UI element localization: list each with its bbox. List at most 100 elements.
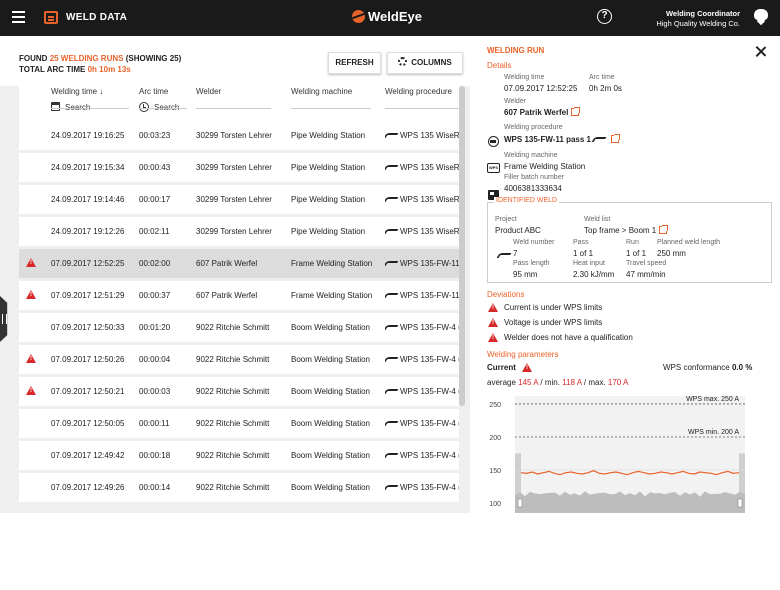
- avg-label: average: [487, 378, 516, 387]
- found-suffix: (SHOWING 25): [125, 54, 182, 63]
- weld-process-icon: [385, 325, 399, 330]
- cell-machine: Pipe Welding Station: [291, 131, 366, 140]
- cell-procedure: WPS 135-FW-4 (: [385, 355, 459, 364]
- deviation-item: Welder does not have a qualification: [504, 333, 633, 342]
- detail-panel: WELDING RUN Details Welding time 07.09.2…: [477, 36, 780, 513]
- columns-label: COLUMNS: [411, 58, 452, 67]
- divider: [385, 108, 459, 109]
- filler-label: Filler batch number: [504, 174, 564, 181]
- details-heading: Details: [487, 61, 512, 70]
- procedure-text: WPS 135-FW-4 (: [400, 419, 459, 428]
- table-scrollbar[interactable]: [459, 86, 465, 406]
- table-row[interactable]: 07.09.2017 12:49:42 00:00:18 9022 Ritchie …: [19, 441, 459, 470]
- app-title: WELD DATA: [66, 12, 128, 23]
- weld-process-icon: [385, 453, 399, 458]
- table-row[interactable]: 07.09.2017 12:49:26 00:00:14 9022 Ritchie …: [19, 473, 459, 502]
- conformance-value: 0.0 %: [731, 363, 753, 372]
- top-bar: WELD DATA WeldEye ? Welding Coordinator …: [0, 0, 780, 36]
- open-link-icon[interactable]: [571, 107, 581, 116]
- cell-procedure: WPS 135-FW-4 (: [385, 483, 459, 492]
- run-label: Run: [626, 239, 639, 246]
- total-arc-time: 0h 10m 13s: [87, 65, 131, 74]
- refresh-button[interactable]: REFRESH: [328, 52, 381, 74]
- table-row[interactable]: 24.09.2017 19:15:34 00:00:43 30299 Torsten…: [19, 153, 459, 182]
- detail-title: WELDING RUN: [487, 46, 545, 55]
- menu-icon[interactable]: [12, 11, 25, 23]
- welder-label: Welder: [504, 98, 527, 105]
- clock-icon: [139, 102, 149, 112]
- user-info[interactable]: Welding Coordinator High Quality Welding…: [656, 9, 740, 29]
- user-avatar-icon[interactable]: [754, 9, 768, 25]
- search-welding-time[interactable]: Search: [51, 102, 90, 112]
- cell-procedure: WPS 135 WiseR: [385, 163, 459, 172]
- cell-welding-time: 07.09.2017 12:50:21: [51, 387, 125, 396]
- found-count: 25 WELDING RUNS: [49, 54, 124, 63]
- table-row[interactable]: 07.09.2017 12:52:25 00:02:00 607 Patrik We…: [19, 249, 459, 278]
- column-arc-time[interactable]: Arc time: [139, 87, 168, 96]
- cell-welding-time: 07.09.2017 12:50:33: [51, 323, 125, 332]
- arc-time-value: 0h 2m 0s: [589, 84, 622, 93]
- column-welding-machine[interactable]: Welding machine: [291, 87, 352, 96]
- cell-machine: Boom Welding Station: [291, 323, 371, 332]
- divider: [291, 108, 371, 109]
- column-welding-procedure[interactable]: Welding procedure: [385, 87, 452, 96]
- cell-procedure: WPS 135-FW-11: [385, 259, 459, 268]
- weld-process-icon: [385, 389, 399, 394]
- current-chart: 250 200 150 100 WPS max. 250 A WPS min. 200 A: [489, 396, 745, 513]
- cell-welding-time: 07.09.2017 12:51:29: [51, 291, 125, 300]
- welding-time-label: Welding time: [504, 74, 545, 81]
- found-prefix: FOUND: [19, 54, 48, 63]
- column-welding-time[interactable]: Welding time ↓: [51, 87, 103, 96]
- table-row[interactable]: 07.09.2017 12:50:33 00:01:20 9022 Ritchie …: [19, 313, 459, 342]
- conformance-label: WPS conformance: [663, 363, 730, 372]
- max-value: 170 A: [607, 378, 629, 387]
- help-icon[interactable]: ?: [597, 9, 612, 24]
- cell-arc-time: 00:00:14: [139, 483, 171, 492]
- search-arc-time[interactable]: Search: [139, 102, 179, 112]
- pass-value: 1 of 1: [573, 249, 594, 258]
- procedure-text: WPS 135-FW-4 (: [400, 355, 459, 364]
- open-link-icon[interactable]: [659, 225, 669, 234]
- cell-machine: Pipe Welding Station: [291, 195, 366, 204]
- drawer-handle[interactable]: [0, 296, 8, 342]
- column-label: Welding time: [51, 87, 98, 96]
- user-role: Welding Coordinator: [665, 9, 740, 18]
- table-row[interactable]: 07.09.2017 12:51:29 00:00:37 607 Patrik We…: [19, 281, 459, 310]
- cell-welder: 9022 Ritchie Schmitt: [196, 323, 270, 332]
- travel-speed-label: Travel speed: [626, 260, 667, 267]
- current-stats: average 145 A / min. 118 A / max. 170 A: [487, 378, 628, 387]
- divider: [196, 108, 271, 109]
- procedure-text: WPS 135 WiseR: [400, 227, 459, 236]
- table-row[interactable]: 24.09.2017 19:16:25 00:03:23 30299 Torsten…: [19, 121, 459, 150]
- machine-label: Welding machine: [504, 152, 558, 159]
- divider: [139, 108, 187, 109]
- deviation-item: Current is under WPS limits: [504, 303, 603, 312]
- weld-data-icon: [44, 11, 58, 24]
- table-row[interactable]: 24.09.2017 19:14:46 00:00:17 30299 Torsten…: [19, 185, 459, 214]
- weldlist-label: Weld list: [584, 216, 611, 223]
- welder-icon: [488, 136, 499, 147]
- planned-length-value: 250 mm: [657, 249, 686, 258]
- weld-process-icon: [385, 261, 399, 266]
- weld-icon: [496, 253, 512, 258]
- cell-arc-time: 00:02:11: [139, 227, 170, 236]
- cell-welding-time: 07.09.2017 12:50:26: [51, 355, 125, 364]
- columns-button[interactable]: COLUMNS: [387, 52, 463, 74]
- cell-welding-time: 07.09.2017 12:50:05: [51, 419, 125, 428]
- brand-logo[interactable]: WeldEye: [352, 9, 422, 24]
- table-row[interactable]: 07.09.2017 12:50:21 00:00:03 9022 Ritchie …: [19, 377, 459, 406]
- cell-welding-time: 24.09.2017 19:12:26: [51, 227, 125, 236]
- cell-arc-time: 00:00:43: [139, 163, 171, 172]
- table-row[interactable]: 07.09.2017 12:50:05 00:00:11 9022 Ritchie …: [19, 409, 459, 438]
- table-row[interactable]: 07.09.2017 12:50:26 00:00:04 9022 Ritchie …: [19, 345, 459, 374]
- column-welder[interactable]: Welder: [196, 87, 221, 96]
- close-icon[interactable]: [755, 46, 767, 58]
- open-link-icon[interactable]: [611, 134, 621, 143]
- arc-time-label: Arc time: [589, 74, 615, 81]
- table-row[interactable]: 24.09.2017 19:12:26 00:02:11 30299 Torsten…: [19, 217, 459, 246]
- warning-icon: [26, 386, 36, 395]
- results-header: FOUND 25 WELDING RUNS (SHOWING 25) TOTAL…: [0, 36, 470, 86]
- cell-welder: 9022 Ritchie Schmitt: [196, 483, 270, 492]
- cell-welding-time: 24.09.2017 19:15:34: [51, 163, 125, 172]
- cell-welding-time: 24.09.2017 19:14:46: [51, 195, 125, 204]
